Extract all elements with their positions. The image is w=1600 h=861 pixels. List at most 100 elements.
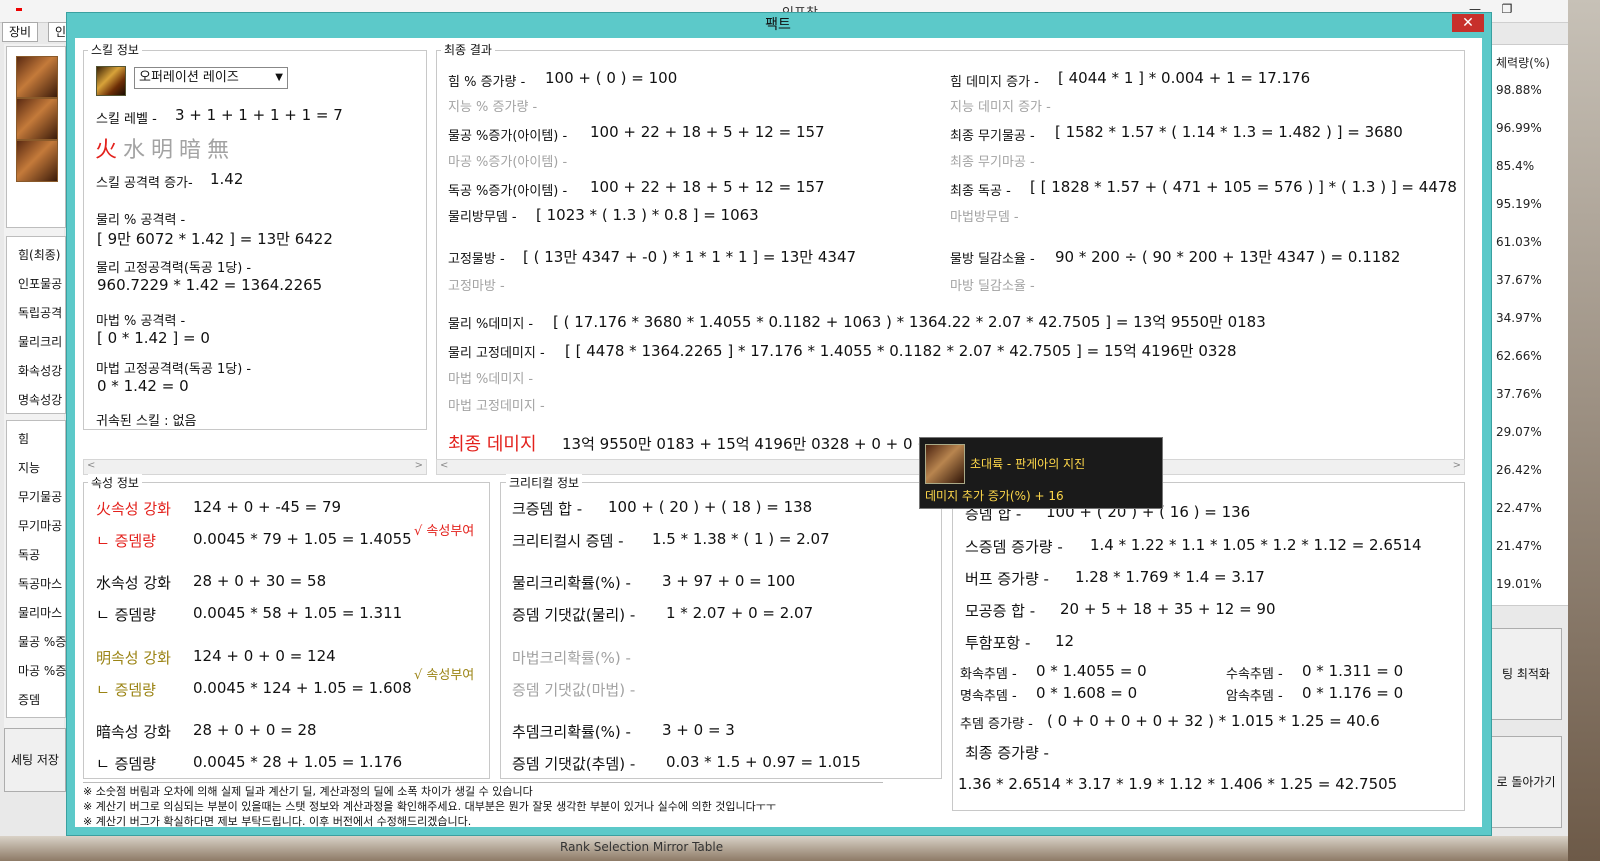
mag-pct-atk-label: 마법 % 공격력 - [96,314,186,329]
app-icon [16,8,22,11]
skill-level-label: 스킬 레벨 - [96,112,157,127]
result-right-label: 물방 딜감소율 - [950,252,1035,267]
crit-row-value: 1.5 * 1.38 * ( 1 ) = 2.07 [652,530,830,548]
maximize-button[interactable]: ❐ [1494,2,1520,18]
save-settings-button[interactable]: 세팅 저장 [4,728,66,792]
background-bottom-text: Rank Selection Mirror Table [560,840,724,854]
light-enhance-label: 明속성 강화 [96,649,171,667]
scroll-left-icon[interactable]: < [440,460,448,471]
water-dmg-value: 0.0045 * 58 + 1.05 = 1.311 [193,604,403,622]
equipment-slot-1[interactable] [16,56,58,98]
go-back-button[interactable]: 로 돌아가기 [1490,736,1562,828]
result-left-label: 힘 % 증가량 - [448,75,526,90]
skill-select[interactable]: 오퍼레이션 레이즈 ▼ [134,67,288,89]
equipment-slot-3[interactable] [16,140,58,182]
stat-label: 독립공격 [18,306,63,320]
stat-label: 독공 [18,548,41,562]
right-value: 85.4% [1496,159,1535,173]
multiplier-row-label: 버프 증가량 - [965,570,1049,588]
final-result-label: 최종 결과 [441,41,495,58]
crit-row-label: 증뎀 기댓값(물리) - [512,606,636,624]
stat-label: 지능 [18,461,41,475]
add-dmg-value: 0 * 1.311 = 0 [1302,662,1404,680]
multiplier-row-value: 1.28 * 1.769 * 1.4 = 3.17 [1075,568,1265,586]
result-left-label: 물리방무뎀 - [448,210,517,225]
result-right-label: 최종 독공 - [950,184,1011,199]
note-line: ※ 계산기 버그가 확실하다면 제보 부탁드립니다. 이후 버전에서 수정해드리… [83,815,472,828]
crit-row-label: 크증뎀 합 - [512,500,583,518]
stat-label: 물공 %증 [18,635,67,649]
critical-info-label: 크리티컬 정보 [506,474,583,491]
multiplier-row-label: 스증뎀 증가량 - [965,538,1063,556]
result-right-value: [ [ 1828 * 1.57 + ( 471 + 105 = 576 ) ] … [1030,178,1457,196]
water-enhance-label: 水속성 강화 [96,574,171,592]
right-value: 96.99% [1496,121,1542,135]
close-button[interactable]: ✕ [1452,14,1484,32]
equipment-slot-2[interactable] [16,98,58,140]
desktop-background-strip [1568,0,1600,861]
crit-row-value: 1 * 2.07 + 0 = 2.07 [666,604,814,622]
stat-label: 물리크리 [18,335,63,349]
result-right-value: [ 4044 * 1 ] * 0.004 + 1 = 17.176 [1058,69,1311,87]
result-left-label: 고정마방 - [448,279,505,294]
mag-fixed-dmg-label: 마법 고정데미지 - [448,399,545,414]
fire-element-badge: √ 속성부여 [414,524,475,539]
add-dmg-value: 0 * 1.176 = 0 [1302,684,1404,702]
right-value: 95.19% [1496,197,1542,211]
result-left-label: 마공 %증가(아이템) - [448,155,568,170]
phys-pct-atk-label: 물리 % 공격력 - [96,213,186,228]
right-value: 34.97% [1496,311,1542,325]
scroll-right-icon[interactable]: > [415,460,423,471]
right-value: 21.47% [1496,539,1542,553]
mag-pct-dmg-label: 마법 %데미지 - [448,372,534,387]
optimize-settings-button[interactable]: 팅 최적화 [1490,628,1562,720]
dark-enhance-value: 28 + 0 + 0 = 28 [193,721,317,739]
skill-level-value: 3 + 1 + 1 + 1 + 1 = 7 [175,106,343,124]
skill-atk-inc-value: 1.42 [210,170,244,188]
add-dmg-label: 명속추뎀 - [960,689,1017,704]
stat-label: 무기마공 [18,519,63,533]
neutral-element: 無 [207,138,236,163]
phys-pct-dmg-label: 물리 %데미지 - [448,317,534,332]
dark-dmg-label: ㄴ 증뎀량 [96,755,156,773]
phys-fixed-dmg-label: 물리 고정데미지 - [448,346,545,361]
tooltip-title: 초대륙 - 판게아의 지진 [970,457,1086,471]
right-value: 62.66% [1496,349,1542,363]
water-element: 水 [123,138,152,163]
fire-element: 火 [95,138,124,163]
phys-pct-atk-value: [ 9만 6072 * 1.42 ] = 13만 6422 [97,230,333,248]
stat-label: 화속성강 [18,364,63,378]
skill-select-value: 오퍼레이션 레이즈 [139,70,239,85]
add-dmg-label: 암속추뎀 - [1226,689,1283,704]
add-dmg-label: 화속추뎀 - [960,667,1017,682]
multiplier-row-label: 투함포항 - [965,634,1031,652]
result-left-value: [ 1023 * ( 1.3 ) * 0.8 ] = 1063 [536,206,759,224]
right-column-header: 체력량(%) [1496,56,1550,70]
stat-label: 독공마스 [18,577,63,591]
result-right-label: 힘 데미지 증가 - [950,75,1039,90]
stat-label: 물리마스 [18,606,63,620]
mag-fixed-atk-value: 0 * 1.42 = 0 [97,377,189,395]
crit-row-value: 3 + 97 + 0 = 100 [662,572,796,590]
scroll-right-icon[interactable]: > [1453,460,1461,471]
multiplier-row-label: 모공증 합 - [965,602,1036,620]
mag-pct-atk-value: [ 0 * 1.42 ] = 0 [97,329,210,347]
scroll-left-icon[interactable]: < [87,460,95,471]
final-inc-label: 최종 증가량 - [965,744,1049,762]
skill-info-scrollbar[interactable]: < > [83,459,427,475]
water-enhance-value: 28 + 0 + 30 = 58 [193,572,327,590]
note-line: ※ 소숫점 버림과 오차에 의해 실제 딜과 계산기 딜, 계산과정의 딜에 소… [83,785,533,798]
result-right-value: [ 1582 * 1.57 * ( 1.14 * 1.3 = 1.482 ) ]… [1055,123,1403,141]
tab-equipment[interactable]: 장비 [2,22,39,42]
fact-window-title: 팩트 [765,17,791,33]
skill-info-label: 스킬 정보 [88,41,142,58]
stat-label: 무기물공 [18,490,63,504]
stat-label: 증뎀 [18,693,41,707]
right-value: 37.67% [1496,273,1542,287]
item-icon [925,444,965,484]
stat-label: 명속성강 [18,393,63,407]
result-right-label: 최종 무기물공 - [950,129,1035,144]
right-value: 26.42% [1496,463,1542,477]
light-dmg-value: 0.0045 * 124 + 1.05 = 1.608 [193,679,412,697]
dark-enhance-label: 暗속성 강화 [96,723,171,741]
